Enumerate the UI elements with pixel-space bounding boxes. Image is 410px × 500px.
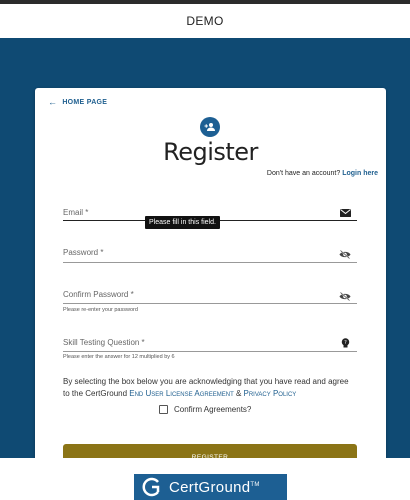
email-label: Email * — [63, 208, 89, 217]
signin-prompt: Don't have an account? — [266, 170, 341, 177]
confirm-password-label: Confirm Password * — [63, 290, 134, 299]
certground-logo: CertGroundTM — [134, 474, 287, 500]
validation-tooltip: Please fill in this field. — [145, 216, 220, 229]
agreement-text: By selecting the box below you are ackno… — [63, 376, 357, 400]
skill-question-underline — [63, 351, 357, 352]
visibility-off-icon[interactable] — [339, 249, 351, 259]
svg-text:?: ? — [344, 340, 347, 346]
hero-background: ← HOME PAGE Register Don't have an accou… — [0, 38, 410, 482]
confirm-agreements-checkbox[interactable] — [159, 405, 168, 414]
home-page-label: HOME PAGE — [62, 99, 108, 106]
password-underline — [63, 262, 357, 263]
confirm-password-underline — [63, 303, 357, 304]
eula-link[interactable]: End User License Agreement — [129, 389, 233, 398]
agreement-ampersand: & — [233, 389, 244, 398]
footer: CertGroundTM — [0, 458, 410, 500]
arrow-left-icon: ← — [48, 97, 58, 107]
app-header: DEMO — [0, 4, 410, 38]
home-page-link[interactable]: ← HOME PAGE — [48, 98, 107, 107]
envelope-icon — [339, 208, 351, 218]
logo-text: CertGroundTM — [169, 478, 260, 496]
certground-logo-mark-icon — [142, 477, 160, 497]
register-card: ← HOME PAGE Register Don't have an accou… — [35, 88, 386, 482]
password-label: Password * — [63, 248, 104, 257]
visibility-off-icon[interactable] — [339, 291, 351, 301]
skill-question-helper: Please enter the answer for 12 multiplie… — [63, 354, 175, 360]
confirm-password-helper: Please re-enter your password — [63, 307, 138, 313]
confirm-agreements-row[interactable]: Confirm Agreements? — [159, 405, 251, 414]
page-title: Register — [163, 138, 258, 166]
skill-question-label: Skill Testing Question * — [63, 338, 145, 347]
lightbulb-icon: ? — [339, 337, 351, 348]
add-user-icon — [200, 117, 220, 137]
signin-row: Don't have an account? Login here — [267, 170, 378, 177]
privacy-policy-link[interactable]: Privacy Policy — [244, 389, 297, 398]
app-title: DEMO — [186, 14, 224, 28]
confirm-agreements-label: Confirm Agreements? — [174, 405, 252, 414]
login-link[interactable]: Login here — [342, 170, 378, 177]
